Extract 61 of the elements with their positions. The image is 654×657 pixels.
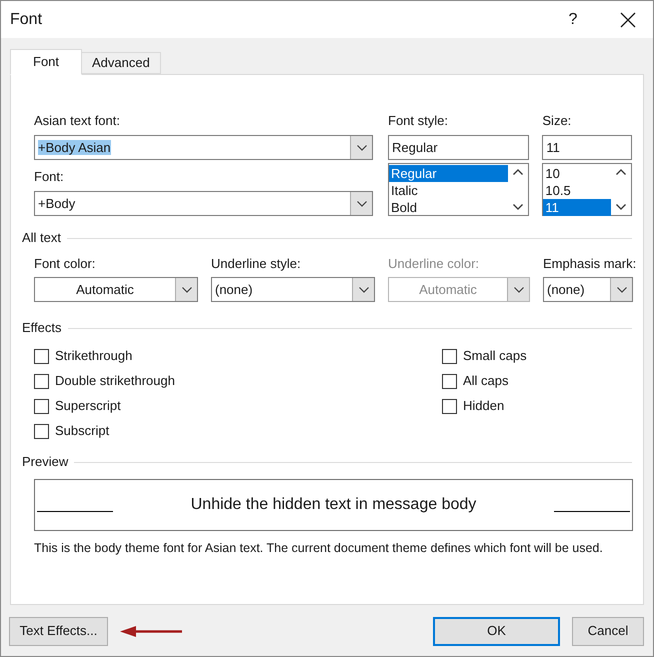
field-label: Emphasis mark:	[543, 256, 636, 272]
field-label: Underline style:	[211, 256, 302, 272]
chevron-down-icon	[514, 286, 524, 292]
dropdown[interactable]: (none)	[543, 277, 633, 302]
group-heading: All text	[22, 229, 62, 248]
field-label: Font:	[34, 169, 65, 185]
preview-text: Unhide the hidden text in message body	[190, 495, 478, 515]
field-label: Underline color:	[388, 256, 480, 272]
field-label: Asian text font:	[34, 113, 121, 129]
chevron-down-icon	[356, 144, 366, 150]
chevron-down-icon	[513, 204, 524, 210]
text-field[interactable]: Regular	[388, 135, 530, 160]
list-item[interactable]: 10	[543, 165, 611, 182]
dropdown[interactable]: (none)	[211, 277, 375, 302]
group-heading: Effects	[22, 319, 62, 338]
checkbox-label: All caps	[463, 372, 509, 390]
close-icon	[620, 12, 636, 28]
checkbox-label: Small caps	[463, 347, 527, 366]
checkbox[interactable]	[442, 374, 457, 388]
checkbox[interactable]	[34, 374, 49, 388]
list-item[interactable]: 10.5	[543, 182, 611, 199]
chevron-up-icon	[616, 169, 626, 175]
list-box[interactable]: 10 10.5 11	[542, 163, 632, 216]
dropdown[interactable]: +Body	[34, 191, 373, 216]
list-item[interactable]: 11	[543, 199, 611, 216]
list-item[interactable]: Regular	[389, 165, 508, 182]
list-item[interactable]: Bold	[389, 199, 508, 216]
field-label: Size:	[542, 113, 572, 129]
tab[interactable]: Advanced	[82, 52, 161, 74]
checkbox[interactable]	[34, 348, 49, 364]
checkbox-label: Hidden	[463, 397, 504, 416]
text-field[interactable]: 11	[542, 135, 632, 160]
window-title: Font	[10, 10, 42, 30]
chevron-down-icon	[182, 286, 192, 292]
group-heading: Preview	[22, 453, 68, 472]
dropdown[interactable]: Automatic	[34, 277, 198, 302]
checkbox-label: Strikethrough	[55, 347, 132, 366]
pointer-arrow-icon	[120, 626, 183, 636]
dialog-button[interactable]: OK	[433, 616, 560, 646]
checkbox-label: Subscript	[55, 422, 110, 440]
chevron-down-icon	[616, 204, 626, 210]
checkbox-label: Double strikethrough	[55, 372, 175, 390]
tab[interactable]: Font	[10, 49, 82, 75]
field-label: Font style:	[388, 113, 449, 129]
dialog-button[interactable]: Text Effects...	[9, 616, 108, 646]
field-label: Font color:	[34, 256, 96, 272]
checkbox[interactable]	[442, 348, 457, 364]
checkbox-label: Superscript	[55, 397, 121, 416]
list-item[interactable]: Italic	[389, 182, 508, 199]
list-box[interactable]: Regular Italic Bold	[388, 163, 530, 216]
checkbox[interactable]	[34, 398, 49, 414]
preview-description: This is the body theme font for Asian text. The current document theme defines which font will be used.	[34, 540, 604, 557]
chevron-down-icon	[616, 286, 626, 292]
checkbox[interactable]	[34, 424, 49, 438]
dialog-button[interactable]: Cancel	[572, 616, 644, 646]
chevron-down-icon	[356, 200, 366, 206]
chevron-down-icon	[358, 286, 368, 292]
checkbox[interactable]	[442, 398, 457, 414]
dropdown[interactable]: +Body Asian	[34, 135, 373, 160]
chevron-up-icon	[513, 169, 524, 175]
help-button[interactable]: ?	[553, 4, 593, 34]
